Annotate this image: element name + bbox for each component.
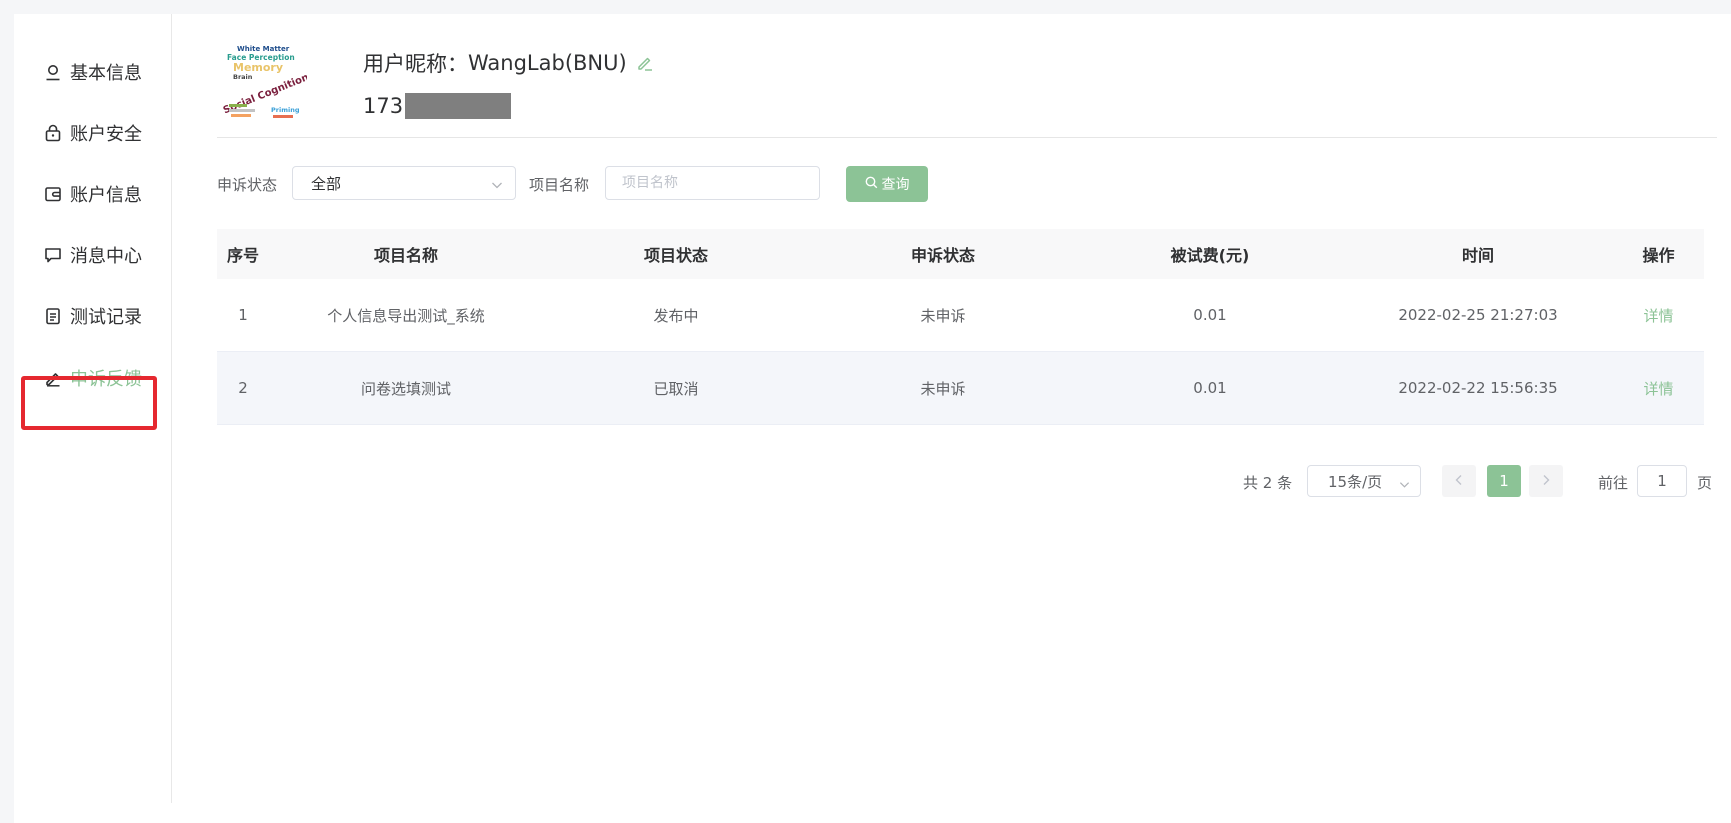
- pagination-total: 共 2 条: [1243, 474, 1293, 492]
- user-icon: [42, 61, 64, 83]
- column-header: 序号: [226, 246, 259, 265]
- chevron-left-icon: [1454, 472, 1464, 490]
- cell-project-status: 发布中: [653, 306, 699, 325]
- main-content: White Matter Face Perception Memory Brai…: [217, 14, 1731, 823]
- message-icon: [42, 244, 64, 266]
- page-frame: 基本信息 账户安全 账户信息 消息中心 测试记录 申诉反馈 White Matt…: [14, 14, 1731, 823]
- chevron-right-icon: [1541, 472, 1551, 490]
- divider: [217, 137, 1717, 138]
- project-name-input[interactable]: [605, 166, 820, 200]
- chevron-down-icon: [1399, 476, 1410, 488]
- query-button[interactable]: 查询: [846, 166, 928, 202]
- cell-index: 1: [238, 306, 248, 324]
- sidebar-item-test-records[interactable]: 测试记录: [42, 298, 142, 334]
- sidebar: 基本信息 账户安全 账户信息 消息中心 测试记录 申诉反馈: [14, 14, 172, 803]
- column-header: 时间: [1461, 246, 1494, 265]
- prev-page-button[interactable]: [1442, 465, 1476, 497]
- avatar-word: White Matter: [237, 45, 290, 53]
- page-size-select[interactable]: 15条/页: [1307, 465, 1421, 497]
- column-header: 项目名称: [373, 246, 438, 265]
- phone-prefix: 173: [363, 94, 404, 118]
- project-name-label: 项目名称: [529, 176, 590, 194]
- query-button-label: 查询: [881, 177, 910, 193]
- next-page-button[interactable]: [1529, 465, 1563, 497]
- highlight-box: [21, 376, 157, 430]
- column-header: 被试费(元): [1170, 246, 1250, 265]
- nickname-value: WangLab(BNU): [468, 51, 627, 75]
- sidebar-item-label: 账户安全: [70, 124, 142, 145]
- page-unit-label: 页: [1697, 474, 1713, 492]
- cell-project-status: 已取消: [653, 379, 699, 398]
- appeal-status-value: 全部: [311, 174, 342, 193]
- cell-appeal-status: 未申诉: [920, 379, 966, 398]
- avatar-word: Brain: [233, 73, 253, 81]
- cell-fee: 0.01: [1193, 306, 1227, 324]
- sidebar-item-label: 基本信息: [70, 63, 142, 84]
- cell-appeal-status: 未申诉: [920, 306, 966, 325]
- column-header: 操作: [1642, 246, 1675, 265]
- goto-page-input[interactable]: [1637, 465, 1687, 497]
- sidebar-item-message-center[interactable]: 消息中心: [42, 237, 142, 273]
- appeal-status-select[interactable]: 全部: [292, 166, 516, 200]
- cell-project-name: 问卷选填测试: [360, 379, 451, 398]
- cell-index: 2: [238, 379, 248, 397]
- cell-fee: 0.01: [1193, 379, 1227, 397]
- page-number-button[interactable]: 1: [1487, 465, 1521, 497]
- phone-mask: [405, 93, 512, 119]
- appeal-status-label: 申诉状态: [217, 176, 278, 194]
- column-header: 申诉状态: [910, 246, 975, 265]
- document-icon: [42, 305, 64, 327]
- edit-nickname-icon[interactable]: [635, 53, 655, 73]
- sidebar-item-basic-info[interactable]: 基本信息: [42, 54, 142, 90]
- cell-project-name: 个人信息导出测试_系统: [327, 306, 485, 325]
- avatar[interactable]: White Matter Face Perception Memory Brai…: [217, 42, 307, 122]
- sidebar-item-label: 消息中心: [70, 246, 142, 267]
- avatar-word: Priming: [271, 106, 300, 114]
- details-link[interactable]: 详情: [1613, 378, 1704, 399]
- page-size-value: 15条/页: [1328, 472, 1383, 491]
- table-row: 2 问卷选填测试 已取消 未申诉 0.01 2022-02-22 15:56:3…: [217, 352, 1704, 425]
- table-row: 1 个人信息导出测试_系统 发布中 未申诉 0.01 2022-02-25 21…: [217, 279, 1704, 352]
- sidebar-item-account-security[interactable]: 账户安全: [42, 115, 142, 151]
- cell-time: 2022-02-22 15:56:35: [1398, 379, 1558, 397]
- chevron-down-icon: [491, 177, 503, 189]
- lock-icon: [42, 122, 64, 144]
- nickname-row: 用户昵称： WangLab(BNU): [363, 48, 655, 78]
- appeal-table: 序号 项目名称 项目状态 申诉状态 被试费(元) 时间 操作 1 个人信息导出测…: [217, 229, 1704, 425]
- sidebar-item-label: 测试记录: [70, 307, 142, 328]
- phone-row: 173: [363, 91, 512, 121]
- goto-label: 前往: [1598, 474, 1629, 492]
- details-link[interactable]: 详情: [1613, 305, 1704, 326]
- table-header: 序号 项目名称 项目状态 申诉状态 被试费(元) 时间 操作: [217, 229, 1704, 279]
- sidebar-item-label: 账户信息: [70, 185, 142, 206]
- sidebar-item-account-info[interactable]: 账户信息: [42, 176, 142, 212]
- column-header: 项目状态: [643, 246, 708, 265]
- nickname-label: 用户昵称：: [363, 52, 468, 76]
- wallet-icon: [42, 183, 64, 205]
- cell-time: 2022-02-25 21:27:03: [1398, 306, 1558, 324]
- search-icon: [865, 176, 878, 193]
